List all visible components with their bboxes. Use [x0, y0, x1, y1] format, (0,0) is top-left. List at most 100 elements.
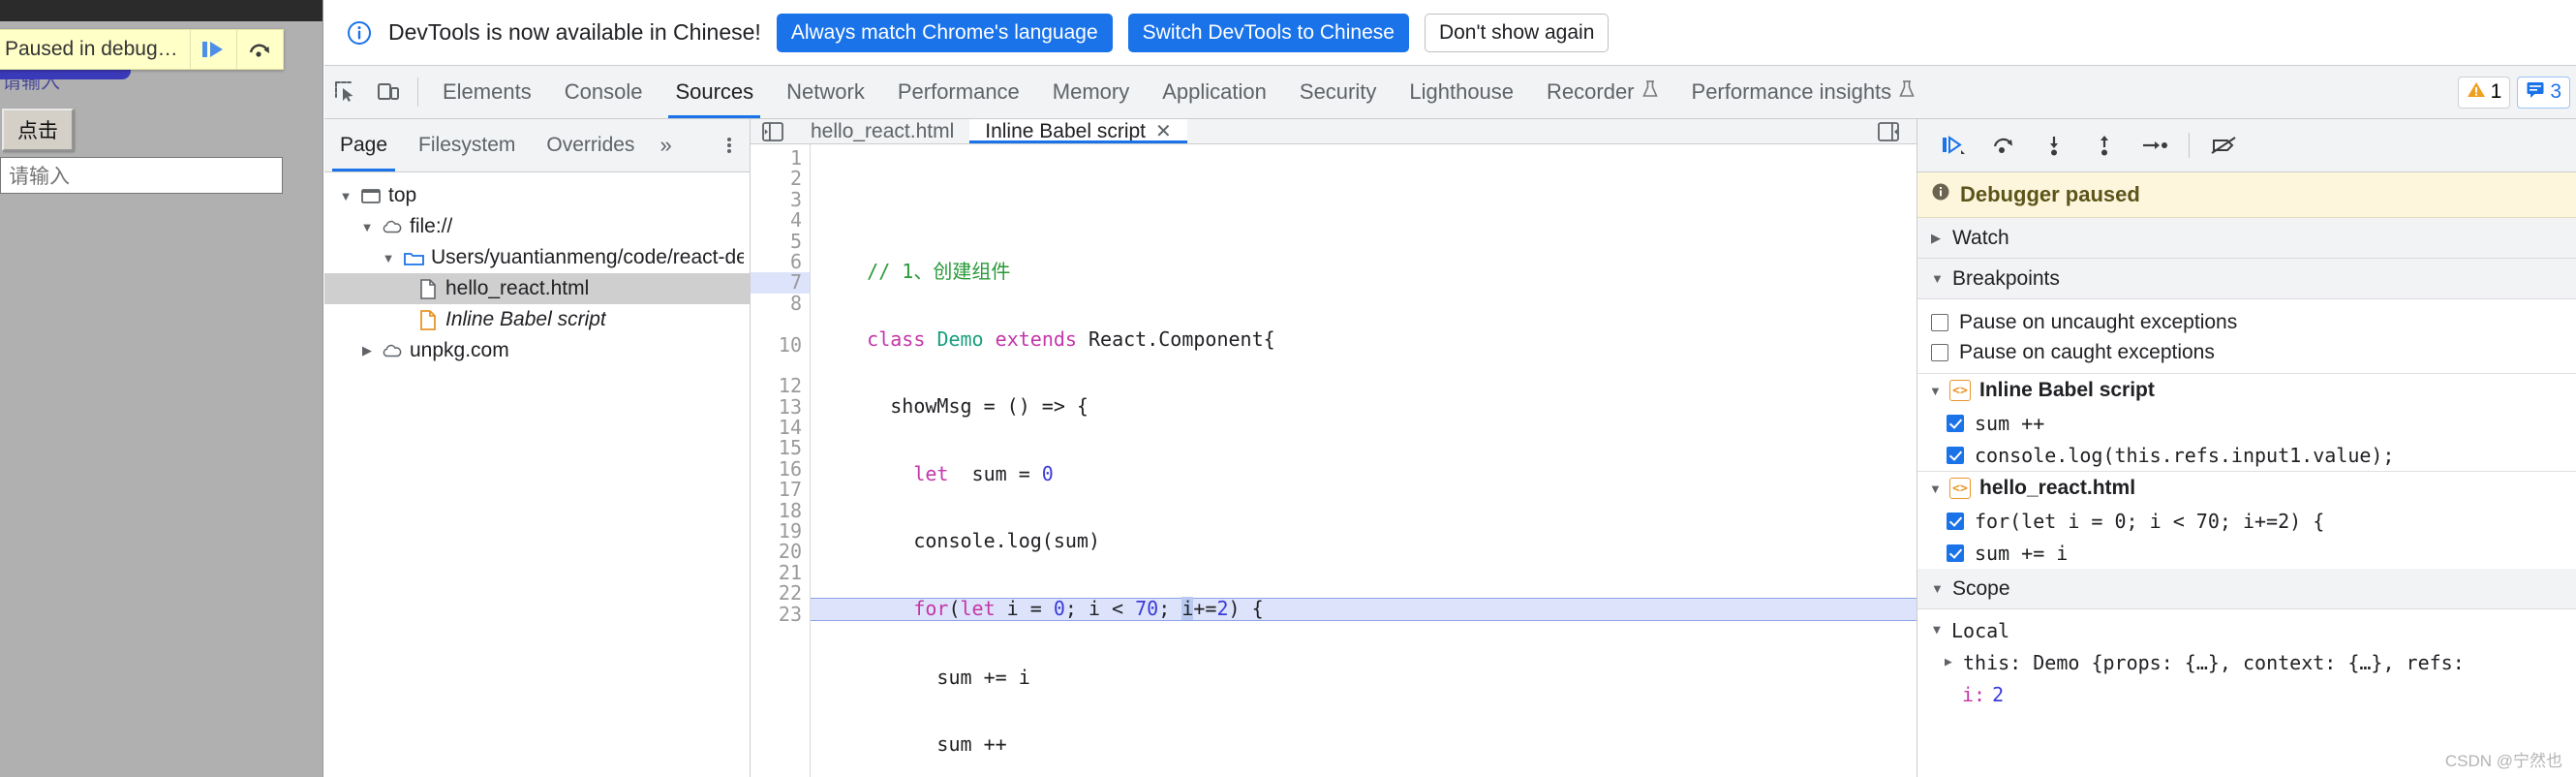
caret-open-icon[interactable]: ▼: [1933, 623, 1945, 637]
tab-recorder[interactable]: Recorder: [1530, 66, 1674, 118]
tab-console[interactable]: Console: [548, 66, 659, 118]
navtab-overrides[interactable]: Overrides: [531, 119, 650, 171]
dont-show-again-button[interactable]: Don't show again: [1424, 13, 1610, 52]
line-number-current[interactable]: 7: [751, 272, 810, 294]
line-number-gutter[interactable]: 1 2 3 4 5 6 7 8 9 10 11 12 13 14 15 16 1…: [751, 144, 811, 777]
inspect-element-icon[interactable]: [324, 66, 367, 118]
tree-item-inline-babel-script[interactable]: Inline Babel script: [324, 304, 750, 335]
code-line-current[interactable]: for(let i = 0; i < 70; i+=2) {: [811, 597, 1917, 621]
show-debugger-icon[interactable]: [1866, 120, 1911, 143]
twisty-open-icon[interactable]: ▼: [338, 189, 353, 203]
code-line[interactable]: class Demo extends React.Component{: [811, 328, 1917, 350]
code-line[interactable]: console.log(sum): [811, 530, 1917, 551]
line-number[interactable]: 13: [751, 396, 810, 418]
tree-item-unpkg[interactable]: ▶ unpkg.com: [324, 335, 750, 366]
breakpoint-item[interactable]: sum += i: [1917, 537, 2576, 569]
section-breakpoints[interactable]: ▼ Breakpoints: [1917, 259, 2576, 299]
line-number[interactable]: 16: [751, 458, 810, 480]
navtab-filesystem[interactable]: Filesystem: [403, 119, 531, 171]
line-number[interactable]: 8: [751, 293, 810, 314]
scope-variable-i-row[interactable]: i: 2: [1917, 678, 2576, 710]
line-number[interactable]: 2: [751, 169, 810, 189]
line-number[interactable]: 1: [751, 147, 810, 169]
line-number[interactable]: 3: [751, 189, 810, 210]
editor-tab-hello-react-html[interactable]: hello_react.html: [795, 119, 969, 143]
step-over-icon[interactable]: [235, 30, 283, 69]
step-into-icon[interactable]: [2032, 126, 2076, 165]
checkbox[interactable]: [1947, 446, 1964, 464]
line-number[interactable]: 21: [751, 562, 810, 583]
show-navigator-icon[interactable]: [751, 119, 795, 143]
caret-closed-icon[interactable]: ▶: [1931, 231, 1943, 246]
pause-uncaught-exceptions-row[interactable]: Pause on uncaught exceptions: [1917, 307, 2576, 337]
twisty-closed-icon[interactable]: ▶: [359, 343, 375, 358]
page-text-input[interactable]: 请输入: [0, 157, 283, 194]
line-number[interactable]: 4: [751, 209, 810, 231]
code-line[interactable]: let sum = 0: [811, 463, 1917, 484]
breakpoint-item[interactable]: sum ++: [1917, 407, 2576, 439]
twisty-open-icon[interactable]: ▼: [381, 251, 396, 265]
line-number[interactable]: 5: [751, 231, 810, 252]
line-number[interactable]: 14: [751, 417, 810, 438]
editor-tab-inline-babel-script[interactable]: Inline Babel script ✕: [969, 119, 1187, 143]
step-icon[interactable]: [2132, 126, 2177, 165]
tab-performance-insights[interactable]: Performance insights: [1675, 66, 1933, 118]
line-number-breakpoint[interactable]: 11: [751, 355, 810, 376]
tab-performance[interactable]: Performance: [881, 66, 1036, 118]
resume-play-icon[interactable]: [189, 30, 236, 69]
tab-elements[interactable]: Elements: [426, 66, 548, 118]
line-number[interactable]: 17: [751, 480, 810, 500]
always-match-language-button[interactable]: Always match Chrome's language: [776, 13, 1113, 52]
line-number[interactable]: 12: [751, 376, 810, 396]
line-number[interactable]: 22: [751, 583, 810, 604]
caret-open-icon[interactable]: ▼: [1931, 581, 1944, 596]
checkbox[interactable]: [1947, 512, 1964, 530]
step-over-icon[interactable]: [1981, 126, 2026, 165]
resume-icon[interactable]: [1931, 126, 1976, 165]
tab-network[interactable]: Network: [770, 66, 881, 118]
tab-security[interactable]: Security: [1283, 66, 1393, 118]
tab-lighthouse[interactable]: Lighthouse: [1393, 66, 1530, 118]
breakpoint-group-inline-babel-script[interactable]: ▼ <> Inline Babel script: [1917, 374, 2576, 407]
twisty-open-icon[interactable]: ▼: [359, 220, 375, 234]
line-number[interactable]: 10: [751, 334, 810, 356]
breakpoint-item[interactable]: console.log(this.refs.input1.value);: [1917, 439, 2576, 471]
line-number[interactable]: 23: [751, 604, 810, 625]
close-icon[interactable]: ✕: [1155, 119, 1172, 143]
checkbox[interactable]: [1931, 343, 1948, 361]
pause-caught-exceptions-row[interactable]: Pause on caught exceptions: [1917, 337, 2576, 367]
switch-to-chinese-button[interactable]: Switch DevTools to Chinese: [1127, 13, 1409, 52]
deactivate-breakpoints-icon[interactable]: [2201, 126, 2246, 165]
warning-badge[interactable]: 1: [2457, 76, 2511, 109]
scope-this-row[interactable]: ▶ this: Demo {props: {…}, context: {…}, …: [1917, 646, 2576, 678]
section-scope[interactable]: ▼ Scope: [1917, 569, 2576, 609]
step-out-icon[interactable]: [2082, 126, 2127, 165]
breakpoint-item[interactable]: for(let i = 0; i < 70; i+=2) {: [1917, 505, 2576, 537]
more-tabs-chevron-icon[interactable]: »: [650, 119, 681, 171]
code-line[interactable]: [811, 195, 1917, 215]
code-line[interactable]: sum += i: [811, 667, 1917, 688]
section-watch[interactable]: ▶ Watch: [1917, 218, 2576, 259]
line-number[interactable]: 19: [751, 520, 810, 542]
caret-open-icon[interactable]: ▼: [1929, 384, 1942, 398]
tab-sources[interactable]: Sources: [659, 66, 770, 118]
checkbox[interactable]: [1947, 414, 1964, 432]
line-number[interactable]: 20: [751, 542, 810, 562]
checkbox[interactable]: [1931, 313, 1948, 331]
caret-open-icon[interactable]: ▼: [1929, 482, 1942, 496]
navigator-more-options-icon[interactable]: [709, 119, 750, 171]
caret-open-icon[interactable]: ▼: [1931, 271, 1944, 286]
code-line[interactable]: sum ++: [811, 733, 1917, 755]
tab-application[interactable]: Application: [1146, 66, 1283, 118]
line-number-breakpoint[interactable]: 9: [751, 313, 810, 334]
line-number[interactable]: 15: [751, 438, 810, 458]
line-number[interactable]: 6: [751, 251, 810, 272]
tree-item-hello-react-html[interactable]: hello_react.html: [324, 273, 750, 304]
code-content[interactable]: // 1、创建组件 class Demo extends React.Compo…: [811, 144, 1917, 777]
line-number[interactable]: 18: [751, 500, 810, 521]
page-click-button[interactable]: 点击: [2, 109, 74, 151]
device-toolbar-icon[interactable]: [367, 66, 410, 118]
code-line[interactable]: // 1、创建组件: [811, 262, 1917, 282]
tab-memory[interactable]: Memory: [1036, 66, 1146, 118]
code-editor[interactable]: 1 2 3 4 5 6 7 8 9 10 11 12 13 14 15 16 1…: [751, 144, 1917, 777]
